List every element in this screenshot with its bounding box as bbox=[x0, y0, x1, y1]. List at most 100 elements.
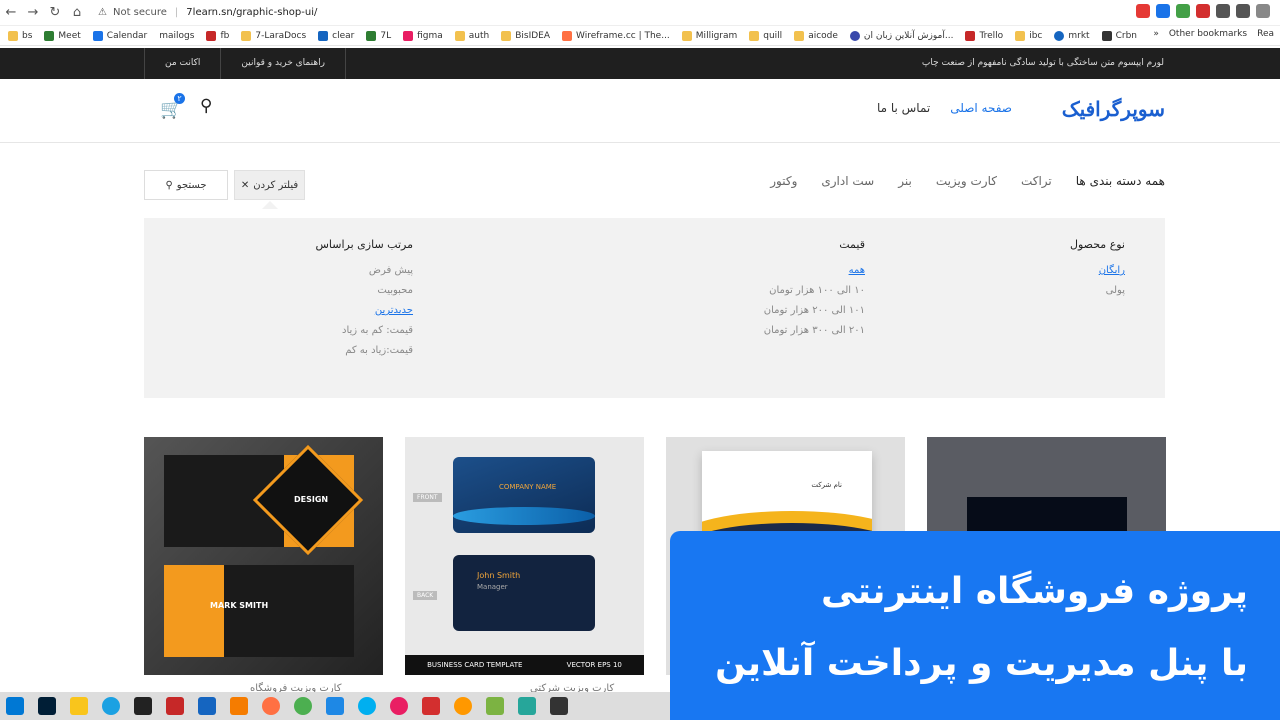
firefox-icon[interactable] bbox=[262, 697, 280, 715]
site-logo[interactable]: سوپرگرافیک bbox=[1062, 97, 1165, 121]
extension-icon[interactable] bbox=[1156, 4, 1170, 18]
search-icon[interactable]: ⚲ bbox=[200, 96, 212, 116]
category-all[interactable]: همه دسته بندی ها bbox=[1076, 174, 1165, 188]
folder-icon bbox=[749, 30, 760, 41]
bookmark-item[interactable]: Meet bbox=[44, 30, 81, 41]
trello-icon bbox=[965, 30, 976, 41]
figma-icon bbox=[403, 30, 414, 41]
calendar-icon bbox=[92, 30, 103, 41]
bookmark-item[interactable]: fb bbox=[206, 30, 229, 41]
forward-icon[interactable]: → bbox=[22, 5, 44, 20]
bookmark-item[interactable]: figma bbox=[403, 30, 443, 41]
more-bookmarks-button[interactable]: » bbox=[1153, 29, 1159, 39]
photoshop-icon[interactable] bbox=[38, 697, 56, 715]
nav-contact[interactable]: تماس با ما bbox=[877, 101, 930, 115]
other-bookmarks[interactable]: Other bookmarks bbox=[1169, 29, 1247, 39]
filter-option[interactable]: ۱۰۱ الی ۲۰۰ هزار تومان bbox=[764, 305, 865, 316]
app-icon[interactable] bbox=[134, 697, 152, 715]
clear-icon bbox=[318, 30, 329, 41]
bookmark-item[interactable]: quill bbox=[749, 30, 782, 41]
category-flyer[interactable]: تراکت bbox=[1021, 174, 1052, 188]
bookmark-item[interactable]: auth bbox=[454, 30, 489, 41]
bookmark-item[interactable]: mrkt bbox=[1054, 30, 1090, 41]
folder-icon bbox=[8, 30, 18, 41]
folder-icon bbox=[681, 30, 692, 41]
bookmark-item[interactable]: Milligram bbox=[681, 30, 737, 41]
sort-option[interactable]: جدیدترین bbox=[316, 305, 413, 316]
filter-panel: نوع محصول رایگان پولی قیمت همه ۱۰ الی ۱۰… bbox=[144, 218, 1165, 398]
category-banner[interactable]: بنر bbox=[898, 174, 912, 188]
account-link[interactable]: اکانت من bbox=[144, 48, 220, 79]
bookmark-item[interactable]: Wireframe.cc | The... bbox=[562, 30, 670, 41]
profile-icon[interactable] bbox=[1256, 4, 1270, 18]
edge-icon[interactable] bbox=[102, 697, 120, 715]
filter-option[interactable]: ۲۰۱ الی ۳۰۰ هزار تومان bbox=[764, 325, 865, 336]
skype-icon[interactable] bbox=[358, 697, 376, 715]
filter-price: قیمت همه ۱۰ الی ۱۰۰ هزار تومان ۱۰۱ الی ۲… bbox=[764, 238, 865, 345]
banner-line-2: با پنل مدیریت و پرداخت آنلاین bbox=[715, 643, 1248, 684]
bookmark-item[interactable]: clear bbox=[318, 30, 354, 41]
app-icon[interactable] bbox=[390, 697, 408, 715]
folder-icon bbox=[454, 30, 465, 41]
sort-option[interactable]: قیمت:زیاد به کم bbox=[316, 345, 413, 356]
bookmark-item[interactable]: Crbn bbox=[1101, 30, 1137, 41]
xampp-icon[interactable] bbox=[230, 697, 248, 715]
bookmark-item[interactable]: BisIDEA bbox=[501, 30, 550, 41]
reload-icon[interactable]: ↻ bbox=[44, 5, 66, 20]
address-bar[interactable]: ⚠ Not secure | 7learn.sn/graphic-shop-ui… bbox=[98, 3, 948, 23]
7l-icon bbox=[366, 30, 377, 41]
back-icon[interactable]: ← bbox=[0, 5, 22, 20]
bookmark-item[interactable]: mailogs bbox=[159, 31, 194, 41]
guide-link[interactable]: راهنمای خرید و قوانین bbox=[220, 48, 346, 79]
app-icon[interactable] bbox=[486, 697, 504, 715]
bookmark-item[interactable]: Calendar bbox=[92, 30, 147, 41]
extension-icon[interactable] bbox=[1176, 4, 1190, 18]
extension-icon[interactable] bbox=[1196, 4, 1210, 18]
filter-option[interactable]: ۱۰ الی ۱۰۰ هزار تومان bbox=[764, 285, 865, 296]
filter-option[interactable]: رایگان bbox=[1070, 265, 1125, 276]
extension-icons bbox=[1136, 4, 1270, 18]
extension-icon[interactable] bbox=[1216, 4, 1230, 18]
extension-icon[interactable] bbox=[1136, 4, 1150, 18]
app-icon[interactable] bbox=[518, 697, 536, 715]
bookmark-item[interactable]: aicode bbox=[794, 30, 838, 41]
chrome-icon[interactable] bbox=[294, 697, 312, 715]
search-button[interactable]: ⚲ جستجو bbox=[144, 170, 228, 200]
sort-option[interactable]: پیش فرض bbox=[316, 265, 413, 276]
product-card[interactable]: FRONT BACK COMPANY NAME John Smith Manag… bbox=[405, 437, 644, 675]
reading-list[interactable]: Rea bbox=[1257, 29, 1274, 39]
app-icon[interactable] bbox=[550, 697, 568, 715]
product-card[interactable]: DESIGN MARK SMITH bbox=[144, 437, 383, 675]
app-icon[interactable] bbox=[198, 697, 216, 715]
app-icon[interactable] bbox=[422, 697, 440, 715]
bookmark-item[interactable]: 7L bbox=[366, 30, 391, 41]
category-vector[interactable]: وکتور bbox=[770, 174, 797, 188]
bookmark-item[interactable]: Trello bbox=[965, 30, 1003, 41]
filezilla-icon[interactable] bbox=[166, 697, 184, 715]
filter-button[interactable]: ✕ فیلتر کردن bbox=[234, 170, 305, 200]
sort-option[interactable]: محبوبیت bbox=[316, 285, 413, 296]
sort-option[interactable]: قیمت: کم به زیاد bbox=[316, 325, 413, 336]
filter-option[interactable]: همه bbox=[764, 265, 865, 276]
extension-icon[interactable] bbox=[1236, 4, 1250, 18]
search-app-icon[interactable] bbox=[454, 697, 472, 715]
vscode-icon[interactable] bbox=[326, 697, 344, 715]
category-business-card[interactable]: کارت ویزیت bbox=[936, 174, 997, 188]
cart-button[interactable]: 🛒 ۲ bbox=[160, 93, 185, 120]
browser-toolbar: ← → ↻ ⌂ ⚠ Not secure | 7learn.sn/graphic… bbox=[0, 0, 1280, 26]
bookmark-item[interactable]: آموزش آنلاین زبان ان... bbox=[849, 30, 953, 41]
filter-option[interactable]: پولی bbox=[1070, 285, 1125, 296]
bookmark-item[interactable]: bs bbox=[8, 30, 32, 41]
bookmarks-right: » Other bookmarks Rea bbox=[1153, 29, 1274, 39]
front-tag: FRONT bbox=[413, 493, 442, 502]
top-links: اکانت من راهنمای خرید و قوانین bbox=[144, 48, 346, 79]
category-bar: همه دسته بندی ها تراکت کارت ویزیت بنر ست… bbox=[770, 174, 1165, 188]
category-office-set[interactable]: ست اداری bbox=[821, 174, 874, 188]
app-icon[interactable] bbox=[70, 697, 88, 715]
bookmark-item[interactable]: 7-LaraDocs bbox=[241, 30, 306, 41]
close-icon: ✕ bbox=[240, 179, 250, 191]
home-icon[interactable]: ⌂ bbox=[66, 5, 88, 20]
windows-start-icon[interactable] bbox=[6, 697, 24, 715]
nav-home[interactable]: صفحه اصلی bbox=[950, 101, 1012, 115]
bookmark-item[interactable]: ibc bbox=[1015, 30, 1042, 41]
